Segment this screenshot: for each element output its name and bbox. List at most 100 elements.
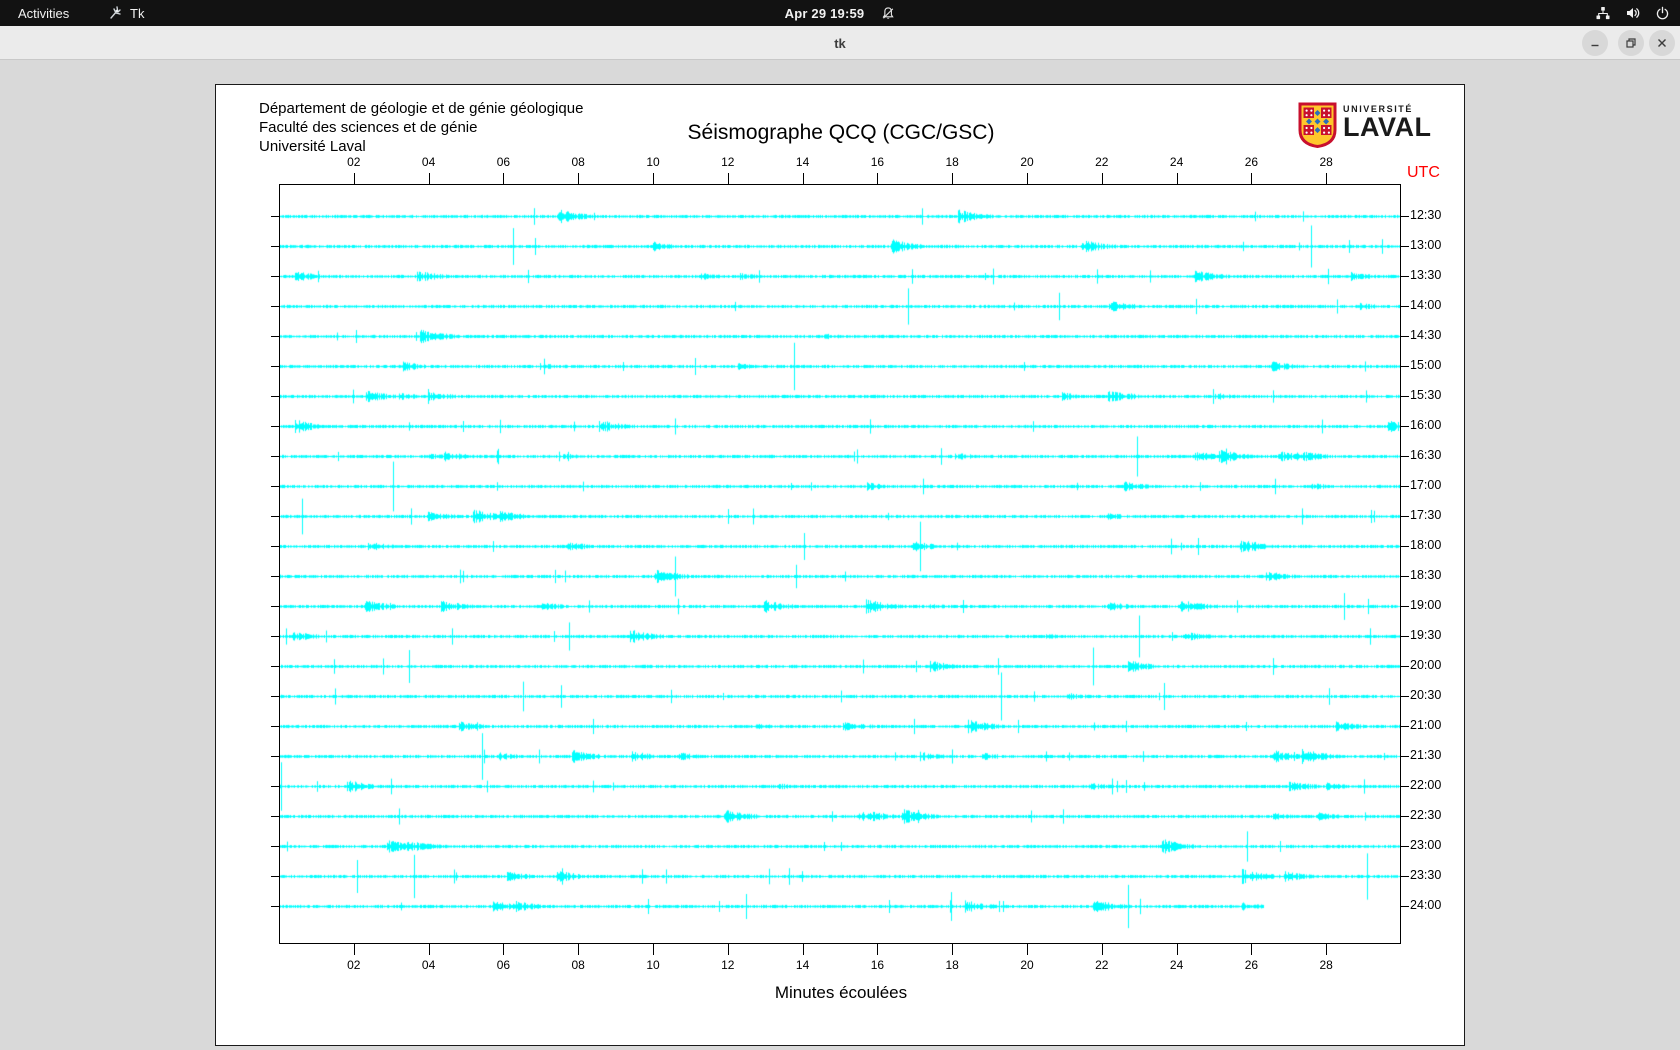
x-tick-label-top: 20 [1020, 155, 1034, 169]
x-tick-bottom [578, 944, 580, 955]
x-tick-label-bottom: 18 [945, 958, 959, 972]
row-tick-right [1401, 336, 1409, 337]
row-tick-left [271, 366, 279, 367]
x-tick-top [802, 173, 804, 184]
row-tick-right [1401, 816, 1409, 817]
row-tick-right [1401, 756, 1409, 757]
activities-button[interactable]: Activities [10, 0, 77, 26]
x-tick-top [578, 173, 580, 184]
network-icon [1595, 5, 1611, 21]
x-tick-bottom [653, 944, 654, 955]
institution-header: Département de géologie et de génie géol… [259, 99, 583, 156]
x-tick-label-bottom: 08 [571, 958, 585, 972]
row-tick-left [271, 426, 279, 427]
row-tick-right [1401, 516, 1409, 517]
row-tick-right [1401, 786, 1409, 787]
system-tray[interactable] [1595, 0, 1670, 26]
tk-app-label: Tk [130, 5, 145, 21]
institution-university: Université Laval [259, 138, 366, 155]
row-tick-left [271, 456, 279, 457]
row-tick-right [1401, 906, 1409, 907]
x-tick-bottom [1326, 944, 1328, 955]
x-tick-bottom [802, 944, 804, 955]
row-tick-left [271, 786, 279, 787]
utc-time-label: 12:30 [1410, 208, 1442, 222]
utc-time-label: 24:00 [1410, 898, 1442, 912]
row-tick-left [271, 516, 279, 517]
seismograph-canvas: Département de géologie et de génie géol… [215, 84, 1465, 1046]
row-tick-right [1401, 696, 1409, 697]
x-tick-bottom [1176, 944, 1178, 955]
x-tick-top [428, 173, 430, 184]
taskbar-app-tk[interactable]: Tk [100, 0, 152, 26]
x-tick-top [952, 173, 954, 184]
utc-time-label: 18:00 [1410, 538, 1442, 552]
row-tick-right [1401, 246, 1409, 247]
x-tick-bottom [353, 944, 355, 955]
row-tick-left [271, 696, 279, 697]
row-tick-left [271, 306, 279, 307]
x-tick-label-top: 16 [870, 155, 885, 169]
utc-time-label: 22:30 [1410, 808, 1442, 822]
row-tick-right [1401, 306, 1409, 307]
x-tick-bottom [952, 944, 954, 955]
row-tick-left [271, 546, 279, 547]
x-tick-label-bottom: 04 [421, 958, 436, 972]
row-tick-right [1401, 606, 1409, 607]
tk-app-icon [108, 5, 124, 21]
clock-label: Apr 29 19:59 [784, 5, 865, 21]
row-tick-left [271, 396, 279, 397]
row-tick-right [1401, 366, 1409, 367]
row-tick-left [271, 906, 279, 907]
x-tick-bottom [1251, 944, 1253, 955]
row-tick-left [271, 576, 279, 577]
utc-time-label: 15:30 [1410, 388, 1442, 402]
row-tick-left [271, 846, 279, 847]
x-tick-bottom [1101, 944, 1103, 955]
x-tick-label-bottom: 28 [1319, 958, 1333, 972]
window-close-button[interactable] [1649, 30, 1675, 56]
activities-label: Activities [18, 5, 70, 21]
x-tick-top [1101, 173, 1103, 184]
utc-time-label: 14:00 [1410, 298, 1442, 312]
x-tick-bottom [503, 944, 505, 955]
row-tick-left [271, 816, 279, 817]
x-tick-top [1251, 173, 1253, 184]
x-tick-label-bottom: 10 [646, 958, 660, 972]
x-tick-label-top: 24 [1169, 155, 1184, 169]
row-tick-left [271, 756, 279, 757]
row-tick-right [1401, 666, 1409, 667]
x-tick-bottom [877, 944, 879, 955]
x-tick-bottom [727, 944, 729, 955]
gnome-top-bar: Activities Tk Apr 29 19:59 [0, 0, 1680, 26]
utc-time-label: 13:00 [1410, 238, 1442, 252]
row-tick-right [1401, 396, 1409, 397]
row-tick-right [1401, 636, 1409, 637]
laval-shield-icon [1298, 102, 1337, 153]
row-tick-left [271, 606, 279, 607]
bell-muted-icon [880, 6, 895, 21]
row-tick-left [271, 276, 279, 277]
x-tick-top [1027, 173, 1028, 184]
tk-window-body: Département de géologie et de génie géol… [0, 60, 1680, 1050]
x-tick-top [1176, 173, 1178, 184]
x-tick-label-top: 14 [795, 155, 810, 169]
utc-time-label: 19:00 [1410, 598, 1442, 612]
window-titlebar[interactable]: tk [0, 26, 1680, 60]
helicorder-plot-frame [279, 184, 1401, 944]
window-restore-button[interactable] [1618, 30, 1644, 56]
x-tick-label-top: 02 [347, 155, 361, 169]
row-tick-left [271, 726, 279, 727]
x-tick-label-top: 22 [1095, 155, 1109, 169]
x-tick-label-bottom: 16 [870, 958, 885, 972]
volume-icon [1625, 5, 1641, 21]
utc-time-label: 16:00 [1410, 418, 1442, 432]
chart-title: Séismographe QCQ (CGC/GSC) [687, 121, 995, 144]
utc-time-label: 22:00 [1410, 778, 1442, 792]
window-minimize-button[interactable] [1582, 30, 1608, 56]
window-minimize-icon [1589, 37, 1601, 49]
x-tick-top [653, 173, 654, 184]
clock-menu[interactable]: Apr 29 19:59 [785, 0, 896, 26]
utc-time-label: 15:00 [1410, 358, 1442, 372]
row-tick-right [1401, 456, 1409, 457]
